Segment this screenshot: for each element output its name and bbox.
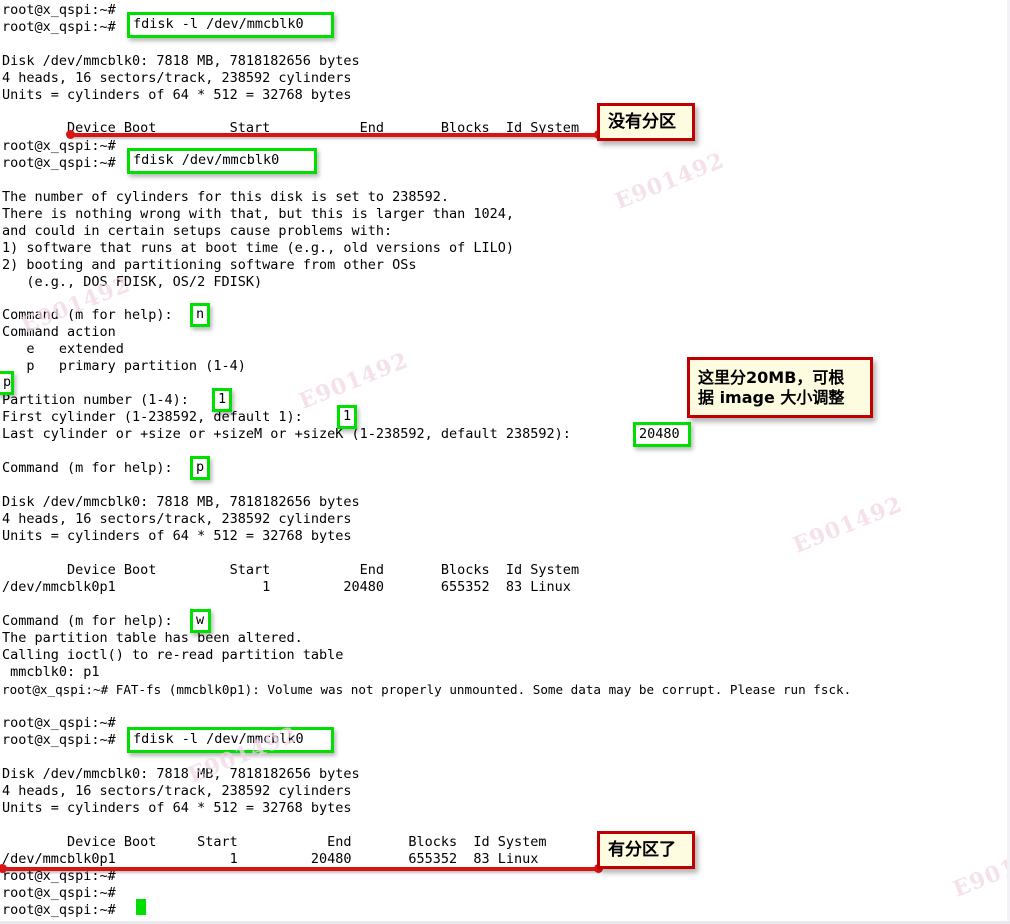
input-last-cyl[interactable]: 20480 [633, 422, 691, 447]
terminal-line: 4 heads, 16 sectors/track, 238592 cylind… [2, 783, 352, 799]
terminal-line: The number of cylinders for this disk is… [2, 189, 450, 205]
cmd-fdisk-top[interactable]: fdisk /dev/mmcblk0 [127, 148, 317, 174]
terminal-line: Units = cylinders of 64 * 512 = 32768 by… [2, 528, 352, 544]
terminal-line: Command (m for help): [2, 307, 173, 323]
terminal-line: root@x_qspi:~# [2, 155, 116, 171]
terminal-line: e extended [2, 341, 124, 357]
terminal-line: root@x_qspi:~# [2, 732, 116, 748]
cmd-fdisk-l-top[interactable]: fdisk -l /dev/mmcblk0 [127, 12, 334, 38]
terminal-line: Disk /dev/mmcblk0: 7818 MB, 7818182656 b… [2, 53, 360, 69]
terminal-line: 4 heads, 16 sectors/track, 238592 cylind… [2, 70, 352, 86]
terminal-line: /dev/mmcblk0p1 1 20480 655352 83 Linux [2, 579, 571, 595]
terminal-line: root@x_qspi:~# [2, 19, 116, 35]
input-part-num[interactable]: 1 [212, 388, 232, 412]
terminal-line: Units = cylinders of 64 * 512 = 32768 by… [2, 87, 352, 103]
line-top [70, 133, 599, 137]
terminal-line: 4 heads, 16 sectors/track, 238592 cylind… [2, 511, 352, 527]
terminal-line: root@x_qspi:~# [2, 902, 116, 918]
cmd-fdisk-l-bot[interactable]: fdisk -l /dev/mmcblk0 [127, 727, 334, 753]
terminal-line: First cylinder (1-238592, default 1): [2, 409, 303, 425]
terminal-line: Last cylinder or +size or +sizeM or +siz… [2, 426, 571, 442]
terminal-line: Device Boot Start End Blocks Id System [2, 834, 547, 850]
input-n[interactable]: n [190, 303, 210, 327]
terminal-line: root@x_qspi:~# [2, 2, 116, 18]
terminal-line: root@x_qspi:~# FAT-fs (mmcblk0p1): Volum… [2, 682, 852, 697]
terminal-line: mmcblk0: p1 [2, 664, 100, 680]
terminal-line: root@x_qspi:~# [2, 715, 116, 731]
terminal-line: The partition table has been altered. [2, 630, 303, 646]
input-p-print[interactable]: p [190, 456, 210, 480]
terminal-line: /dev/mmcblk0p1 1 20480 655352 83 Linux [2, 851, 539, 867]
input-w-write[interactable]: w [190, 609, 211, 633]
terminal-line: root@x_qspi:~# [2, 885, 116, 901]
terminal-line: Disk /dev/mmcblk0: 7818 MB, 7818182656 b… [2, 766, 360, 782]
terminal-line: Calling ioctl() to re-read partition tab… [2, 647, 344, 663]
input-first-cyl[interactable]: 1 [337, 405, 357, 429]
terminal-line: Command action [2, 324, 116, 340]
terminal-line: p primary partition (1-4) [2, 358, 246, 374]
terminal-line: 2) booting and partitioning software fro… [2, 257, 417, 273]
terminal-line: Units = cylinders of 64 * 512 = 32768 by… [2, 800, 352, 816]
terminal-line: 1) software that runs at boot time (e.g.… [2, 240, 515, 256]
terminal-line: root@x_qspi:~# [2, 138, 116, 154]
terminal-line: (e.g., DOS FDISK, OS/2 FDISK) [2, 274, 263, 290]
terminal-cursor [136, 899, 146, 915]
note-no-partition: 没有分区 [597, 103, 695, 141]
terminal-line: Command (m for help): [2, 460, 173, 476]
line-top-start-dot [66, 130, 75, 139]
terminal-line: Device Boot Start End Blocks Id System [2, 562, 580, 578]
terminal-line: Disk /dev/mmcblk0: 7818 MB, 7818182656 b… [2, 494, 360, 510]
terminal-line: and could in certain setups cause proble… [2, 223, 393, 239]
line-bottom [2, 867, 599, 871]
note-20mb: 这里分20MB，可根 据 image 大小调整 [687, 357, 873, 418]
terminal-output[interactable]: root@x_qspi:~# root@x_qspi:~# Disk /dev/mm… [0, 0, 1010, 924]
note-has-partition: 有分区了 [597, 831, 695, 869]
terminal-line: There is nothing wrong with that, but th… [2, 206, 515, 222]
input-p-type[interactable]: p [0, 371, 14, 395]
terminal-line: Partition number (1-4): [2, 392, 189, 408]
terminal-line: Command (m for help): [2, 613, 173, 629]
